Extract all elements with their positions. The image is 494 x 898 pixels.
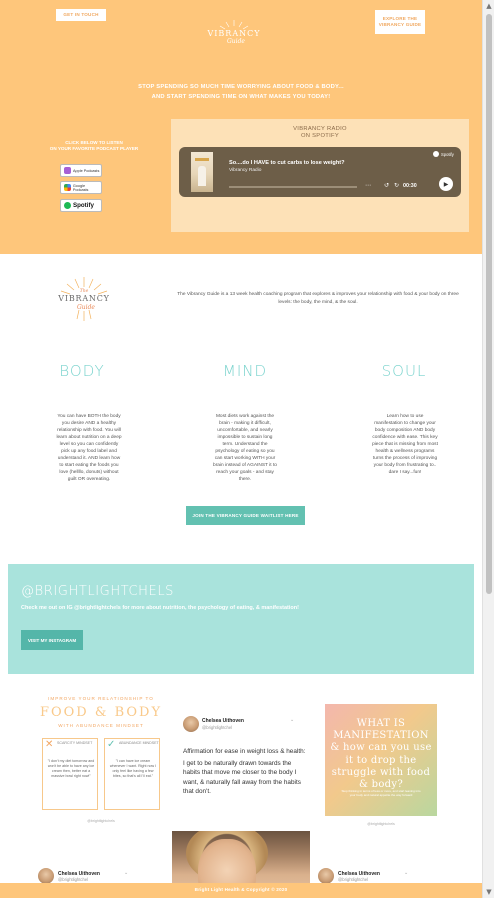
- join-waitlist-button[interactable]: JOIN THE VIBRANCY GUIDE WAITLIST HERE: [186, 506, 305, 525]
- pillar-text-mind: Most diets work against the brain - maki…: [213, 414, 277, 482]
- spotify-logo-label: Spotify: [441, 151, 454, 157]
- pillar-text-body: You can have BOTH the body you desire AN…: [56, 414, 122, 482]
- more-options-icon[interactable]: ⋯: [365, 182, 371, 189]
- post-handle: @brightlightchels: [367, 822, 395, 826]
- footer-copyright: Bright Light Health & Copyright © 2020: [194, 887, 288, 892]
- play-icon: ▶: [443, 180, 449, 188]
- vibrancy-logo[interactable]: VIBRANCY Guide: [199, 18, 269, 50]
- check-mark-icon: ✓: [107, 739, 116, 750]
- tagline-line-1: STOP SPENDING SO MUCH TIME WORRYING ABOU…: [138, 84, 344, 90]
- post-title-a: IMPROVE YOUR RELATIONSHIP TO: [48, 696, 154, 701]
- podcast-panel-title: VIBRANCY RADIO ON SPOTIFY: [171, 126, 469, 140]
- spotify-badge[interactable]: Spotify: [60, 199, 102, 212]
- tweet-author-handle: @brightlightchel: [202, 725, 233, 730]
- episode-title[interactable]: So....do I HAVE to cut carbs to lose wei…: [229, 160, 345, 166]
- chevron-down-icon: ⌄: [124, 870, 129, 876]
- show-name[interactable]: Vibrancy Radio: [229, 168, 261, 173]
- instagram-post-food-body[interactable]: IMPROVE YOUR RELATIONSHIP TO FOOD & BODY…: [38, 692, 164, 824]
- tweet-line-2: I get to be naturally drawn towards the …: [183, 759, 301, 796]
- podcast-title-line-1: VIBRANCY RADIO: [293, 126, 347, 132]
- tagline-line-2: AND START SPENDING TIME ON WHAT MAKES YO…: [151, 93, 331, 100]
- footer: Bright Light Health & Copyright © 2020: [0, 883, 482, 898]
- spotify-icon: [64, 202, 71, 209]
- page: GET IN TOUCH EXPLORE THE VIBRANCY GUIDE …: [0, 0, 482, 898]
- tweet-author-handle: @brightlightchel: [58, 877, 89, 882]
- program-description: The Vibrancy Guide is a 13 week health c…: [177, 292, 459, 305]
- podcast-title-line-2: ON SPOTIFY: [300, 133, 340, 140]
- svg-text:VIBRANCY: VIBRANCY: [57, 294, 109, 303]
- scarcity-label: SCARCITY MINDSET: [57, 741, 93, 745]
- tweet-line-1: Affirmation for ease in weight loss & he…: [183, 748, 306, 755]
- tweet-body: Affirmation for ease in weight loss & he…: [183, 747, 307, 799]
- google-podcasts-label: Google Podcasts: [72, 183, 89, 192]
- google-podcasts-icon: [64, 184, 71, 191]
- pillar-title-soul: SOUL: [381, 362, 427, 380]
- instagram-post-tweet[interactable]: Chelsea Uithoven @brightlightchel ⌄ Affi…: [172, 708, 310, 823]
- pillar-title-body: BODY: [59, 362, 105, 380]
- play-button[interactable]: ▶: [439, 177, 453, 191]
- post-handle: @brightlightchels: [87, 819, 115, 823]
- post-title-c: WITH ABUNDANCE MINDSET: [58, 723, 144, 728]
- scroll-up-icon[interactable]: ▲: [483, 0, 494, 12]
- podcast-panel: VIBRANCY RADIO ON SPOTIFY So....do I HAV…: [171, 119, 469, 232]
- hero-tagline: STOP SPENDING SO MUCH TIME WORRYING ABOU…: [110, 83, 372, 102]
- explore-guide-button[interactable]: EXPLORE THE VIBRANCY GUIDE: [375, 10, 425, 34]
- spotify-player[interactable]: [179, 147, 461, 197]
- instagram-subtitle: Check me out on IG @brightlightchels for…: [21, 605, 299, 611]
- spotify-player-logo[interactable]: Spotify: [433, 151, 454, 157]
- avatar: [318, 868, 334, 884]
- listen-line-2: ON YOUR FAVORITE PODCAST PLAYER: [49, 146, 139, 152]
- tweet-author-handle: @brightlightchel: [338, 877, 369, 882]
- manifestation-note: Stop thinking in terms of less or more, …: [341, 789, 421, 797]
- avatar: [183, 716, 199, 732]
- manifestation-title: WHAT IS MANIFESTATION & how can you use …: [330, 718, 432, 790]
- scroll-down-icon[interactable]: ▼: [483, 886, 494, 898]
- listen-caption: CLICK BELOW TO LISTEN ON YOUR FAVORITE P…: [28, 140, 160, 153]
- skip-back-icon[interactable]: ↺: [384, 182, 389, 189]
- instagram-section: @BRIGHTLIGHTCHELS Check me out on IG @br…: [8, 564, 474, 674]
- instagram-post-manifestation[interactable]: WHAT IS MANIFESTATION & how can you use …: [325, 704, 437, 826]
- episode-time: 00:30: [403, 183, 417, 189]
- tweet-author-name: Chelsea Uithoven: [202, 718, 244, 724]
- svg-text:Guide: Guide: [227, 38, 245, 45]
- x-mark-icon: ✕: [45, 739, 54, 750]
- svg-text:VIBRANCY: VIBRANCY: [206, 29, 260, 38]
- pillar-text-soul: Learn how to use manifestation to change…: [372, 414, 438, 475]
- get-in-touch-button[interactable]: GET IN TOUCH: [56, 9, 106, 21]
- svg-text:Guide: Guide: [77, 304, 95, 311]
- visit-instagram-button[interactable]: VISIT MY INSTAGRAM: [21, 630, 83, 650]
- instagram-handle: @BRIGHTLIGHTCHELS: [21, 584, 175, 599]
- vibrancy-guide-logo: The VIBRANCY Guide: [57, 277, 109, 321]
- pillar-title-mind: MIND: [222, 362, 268, 380]
- avatar: [38, 868, 54, 884]
- apple-podcasts-icon: [64, 167, 71, 174]
- spotify-logo-icon: [433, 151, 439, 157]
- apple-podcasts-badge[interactable]: Apple Podcasts: [60, 164, 102, 177]
- google-podcasts-badge[interactable]: Google Podcasts: [60, 181, 102, 194]
- scrollbar-thumb[interactable]: [486, 14, 492, 594]
- skip-forward-icon[interactable]: ↻: [394, 182, 399, 189]
- abundance-label: ABUNDANCE MINDSET: [119, 741, 159, 745]
- post-title-b: FOOD & BODY: [39, 705, 163, 720]
- spotify-label: Spotify: [73, 202, 94, 209]
- hero-section: GET IN TOUCH EXPLORE THE VIBRANCY GUIDE …: [0, 0, 482, 254]
- scarcity-text: "I don't my diet tomorrow and won't be a…: [47, 759, 95, 779]
- apple-podcasts-label: Apple Podcasts: [73, 168, 100, 173]
- chevron-down-icon: ⌄: [290, 717, 295, 723]
- episode-cover-image[interactable]: [191, 152, 213, 192]
- abundance-box: ✓ ABUNDANCE MINDSET "I can have ice crea…: [104, 738, 160, 810]
- scarcity-box: ✕ SCARCITY MINDSET "I don't my diet tomo…: [42, 738, 98, 810]
- vertical-scrollbar[interactable]: ▲ ▼: [482, 0, 494, 898]
- abundance-text: "I can have ice cream whenever I want. R…: [109, 759, 157, 779]
- episode-progress-bar[interactable]: [229, 186, 357, 188]
- chevron-down-icon: ⌄: [404, 870, 409, 876]
